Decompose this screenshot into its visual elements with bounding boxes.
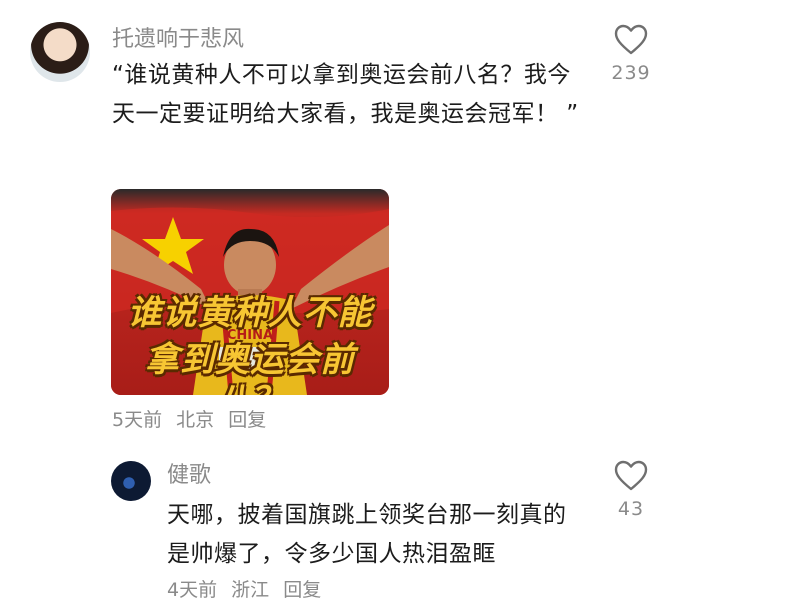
reply-location: 浙江: [231, 579, 270, 601]
replier-username[interactable]: 健歌: [167, 463, 211, 489]
comment-time: 5天前: [112, 409, 163, 431]
commenter-username[interactable]: 托遗响于悲风: [112, 27, 244, 53]
image-caption-line-2: 拿到奥运会前八？: [145, 340, 355, 395]
comment-image[interactable]: CHINA 谁说黄种人不能 拿到奥运会前八？: [111, 189, 389, 395]
image-caption-line-1: 谁说黄种人不能: [127, 293, 373, 333]
like-count: 43: [617, 498, 645, 520]
comment-reply-button[interactable]: 回复: [228, 409, 266, 431]
heart-outline-icon[interactable]: [614, 24, 648, 56]
reply-meta: 4天前 浙江 回复: [167, 578, 329, 602]
comment-location: 北京: [176, 409, 215, 431]
comment-meta: 5天前 北京 回复: [112, 408, 274, 432]
reply-text: 天哪，披着国旗跳上领奖台那一刻真的是帅爆了，令多少国人热泪盈眶: [167, 502, 567, 567]
reply-like: 43: [601, 460, 661, 520]
like-count: 239: [611, 62, 651, 84]
replier-avatar[interactable]: [111, 461, 151, 501]
reply-time: 4天前: [167, 579, 218, 601]
reply-reply-button[interactable]: 回复: [283, 579, 321, 601]
heart-outline-icon[interactable]: [614, 460, 648, 492]
comment-text: “谁说黄种人不可以拿到奥运会前八名？我今天一定要证明给大家看，我是奥运会冠军！ …: [112, 62, 579, 127]
commenter-avatar[interactable]: [30, 22, 90, 82]
comment-like: 239: [601, 24, 661, 84]
